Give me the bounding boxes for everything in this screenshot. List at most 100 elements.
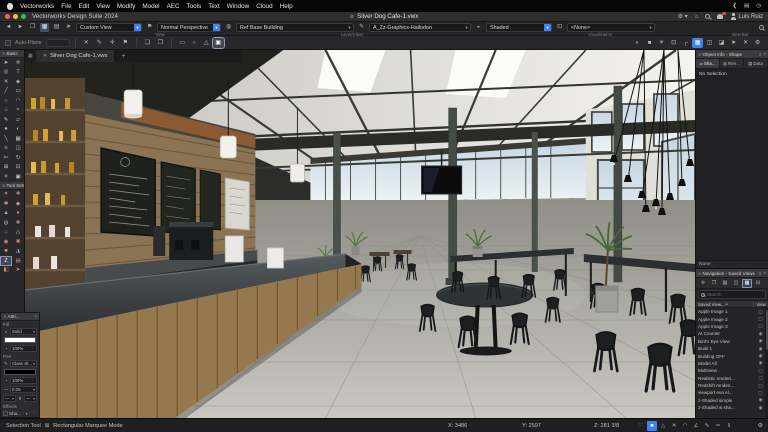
toolbar-utility-icon[interactable]: ◫ [704, 38, 715, 48]
render-mode-dropdown[interactable]: Shaded▾ [486, 23, 552, 32]
menubar-item[interactable]: AEC [167, 3, 180, 10]
basic-tool-icon[interactable]: ◎ [0, 68, 12, 78]
tool-mode-icon[interactable]: ✕ [81, 38, 92, 48]
user-account[interactable]: Luis Ruiz [730, 13, 763, 20]
tool-set-icon[interactable]: ● [12, 209, 24, 219]
close-tab-icon[interactable]: ✕ [43, 54, 47, 59]
snap-toggle-icon[interactable]: △ [658, 421, 668, 431]
tool-mode-icon[interactable]: ⚑ [120, 38, 131, 48]
tool-set-icon[interactable]: ✖ [12, 237, 24, 247]
line-marker-end-dropdown[interactable]: —▾ [24, 395, 37, 402]
apple-logo-icon[interactable] [7, 3, 13, 10]
menubar-item[interactable]: Tools [187, 3, 202, 10]
object-info-header[interactable]: ✕ Object Info - Shape ≡? [696, 50, 768, 59]
object-info-tab[interactable]: ◍ Ren... [720, 59, 744, 68]
navigation-mode-icon[interactable]: ✛ [698, 279, 708, 288]
basic-tool-icon[interactable]: ✛ [12, 58, 24, 68]
plane-mode-dropdown[interactable] [46, 39, 70, 47]
clock-icon[interactable]: ◷ [756, 3, 761, 9]
basic-palette-header[interactable]: ✕ Basic [0, 50, 24, 58]
object-info-tab[interactable]: ▤ Data [744, 59, 768, 68]
toolbar-utility-icon[interactable]: ✕ [740, 38, 751, 48]
control-center-icon[interactable]: ❮ [732, 3, 737, 9]
menubar-item[interactable]: Vectorworks [20, 3, 54, 10]
saved-view-row[interactable]: Apple Image 3 ▢ [696, 323, 768, 330]
basic-tool-icon[interactable]: ▭ [12, 87, 24, 97]
basic-tool-icon[interactable]: ● [0, 125, 12, 135]
basic-tool-icon[interactable]: ╲ [0, 134, 12, 144]
saved-view-row[interactable]: At Counter ◉ [696, 330, 768, 337]
tool-mode-icon[interactable]: ❐ [155, 38, 166, 48]
snap-toggle-icon[interactable]: ◠ [680, 421, 690, 431]
tool-set-icon[interactable]: ✚ [12, 218, 24, 228]
tool-set-icon[interactable]: ✦ [0, 190, 12, 200]
tool-set-icon[interactable]: ◧ [0, 266, 12, 276]
new-tab-button[interactable]: + [115, 53, 131, 60]
shadow-settings-icon[interactable]: ◐ [24, 411, 30, 416]
drop-shadow-checkbox[interactable] [3, 411, 8, 416]
basic-tool-icon[interactable]: ➤ [0, 58, 12, 68]
auto-plane-checkbox[interactable] [5, 40, 11, 46]
walkthrough-mode-icon[interactable]: ⚑ [145, 23, 154, 32]
pen-opacity-dropdown[interactable]: 100%⋮ [10, 377, 37, 384]
snap-toggle-icon[interactable]: ✎ [702, 421, 712, 431]
saved-view-row[interactable]: Multiview ▢ [696, 367, 768, 374]
tool-set-icon[interactable]: ▤ [12, 256, 24, 266]
basic-tool-icon[interactable]: ✎ [0, 115, 12, 125]
snap-toggle-icon[interactable]: ═ [713, 421, 723, 431]
navigation-mode-icon[interactable]: ▤ [720, 279, 730, 288]
zoom-window-button[interactable] [21, 14, 26, 19]
tool-set-icon[interactable]: ◮ [12, 247, 24, 257]
basic-tool-icon[interactable]: ◐ [12, 125, 24, 135]
viewport-style-icon[interactable]: ⊡ [555, 23, 564, 32]
projection-dropdown[interactable]: Normal Perspective▾ [157, 23, 221, 32]
toolbar-utility-icon[interactable]: ◪ [716, 38, 727, 48]
layer-dropdown[interactable]: Ref Base Building▾ [236, 23, 354, 32]
marquee-lasso-mode-icon[interactable]: ○ [189, 38, 200, 48]
attributes-header[interactable]: ✕ Attri... ? [1, 313, 39, 321]
basic-tool-icon[interactable]: ≈ [12, 106, 24, 116]
snap-toggle-icon[interactable]: ✕ [669, 421, 679, 431]
tool-set-icon[interactable]: ▲ [0, 209, 12, 219]
fill-style-dropdown[interactable]: Solid▾ [10, 328, 37, 335]
basic-tool-icon[interactable]: T [12, 68, 24, 78]
basic-tool-icon[interactable]: ◈ [12, 77, 24, 87]
notifications-bell-icon[interactable] [717, 14, 723, 20]
toolbar-utility-icon[interactable]: ☀ [656, 38, 667, 48]
close-icon[interactable]: ✕ [698, 52, 702, 57]
name-column-header[interactable]: Saved View... [698, 302, 725, 307]
snap-toggle-icon[interactable]: ∠ [691, 421, 701, 431]
basic-tool-icon[interactable]: ⊡ [12, 163, 24, 173]
flyover-mode-icon[interactable]: ➤ [64, 23, 73, 32]
tool-set-icon[interactable]: ✱ [0, 199, 12, 209]
close-icon[interactable]: ✕ [2, 183, 6, 188]
menubar-item[interactable]: Help [280, 3, 293, 10]
saved-view-row[interactable]: viewport eva Al... ▢ [696, 389, 768, 396]
class-options-icon[interactable]: ✎ [357, 23, 366, 32]
tool-sets-palette-header[interactable]: ✕ Tool Sets [0, 182, 24, 190]
close-icon[interactable]: ✕ [3, 314, 7, 319]
layer-options-icon[interactable]: ◍ [224, 23, 233, 32]
layers-icon[interactable]: ▤ [52, 23, 61, 32]
saved-view-row[interactable]: z-Shaded w sha... ◉ [696, 404, 768, 411]
basic-tool-icon[interactable]: ◠ [12, 96, 24, 106]
menubar-item[interactable]: Cloud [256, 3, 272, 10]
tool-mode-icon[interactable]: ✎ [94, 38, 105, 48]
pan-tool-icon[interactable]: ▦ [40, 23, 49, 32]
navigation-mode-icon[interactable]: ❐ [709, 279, 719, 288]
snap-toggle-icon[interactable]: ∷ [636, 421, 646, 431]
home-icon[interactable]: ⌂ [695, 14, 699, 20]
saved-views-icon[interactable]: ❐ [28, 23, 37, 32]
menubar-item[interactable]: View [96, 3, 110, 10]
class-dropdown[interactable]: A_Zz-Graphics-Hallodon▾ [369, 23, 471, 32]
toolbar-utility-icon[interactable]: ⊡ [668, 38, 679, 48]
menubar-item[interactable]: Text [208, 3, 220, 10]
tool-set-icon[interactable]: ⌂ [0, 228, 12, 238]
tool-set-icon[interactable]: Z [0, 256, 12, 266]
basic-tool-icon[interactable]: ↻ [12, 153, 24, 163]
tool-set-icon[interactable]: ◆ [12, 199, 24, 209]
toolbar-utility-icon[interactable]: ▦ [692, 38, 703, 48]
tool-set-icon[interactable]: ➤ [12, 266, 24, 276]
fill-opacity-dropdown[interactable]: 100%⋮ [10, 345, 37, 352]
document-tab[interactable]: ✕ Silver Dog Cafe-1.vwx [36, 50, 115, 62]
